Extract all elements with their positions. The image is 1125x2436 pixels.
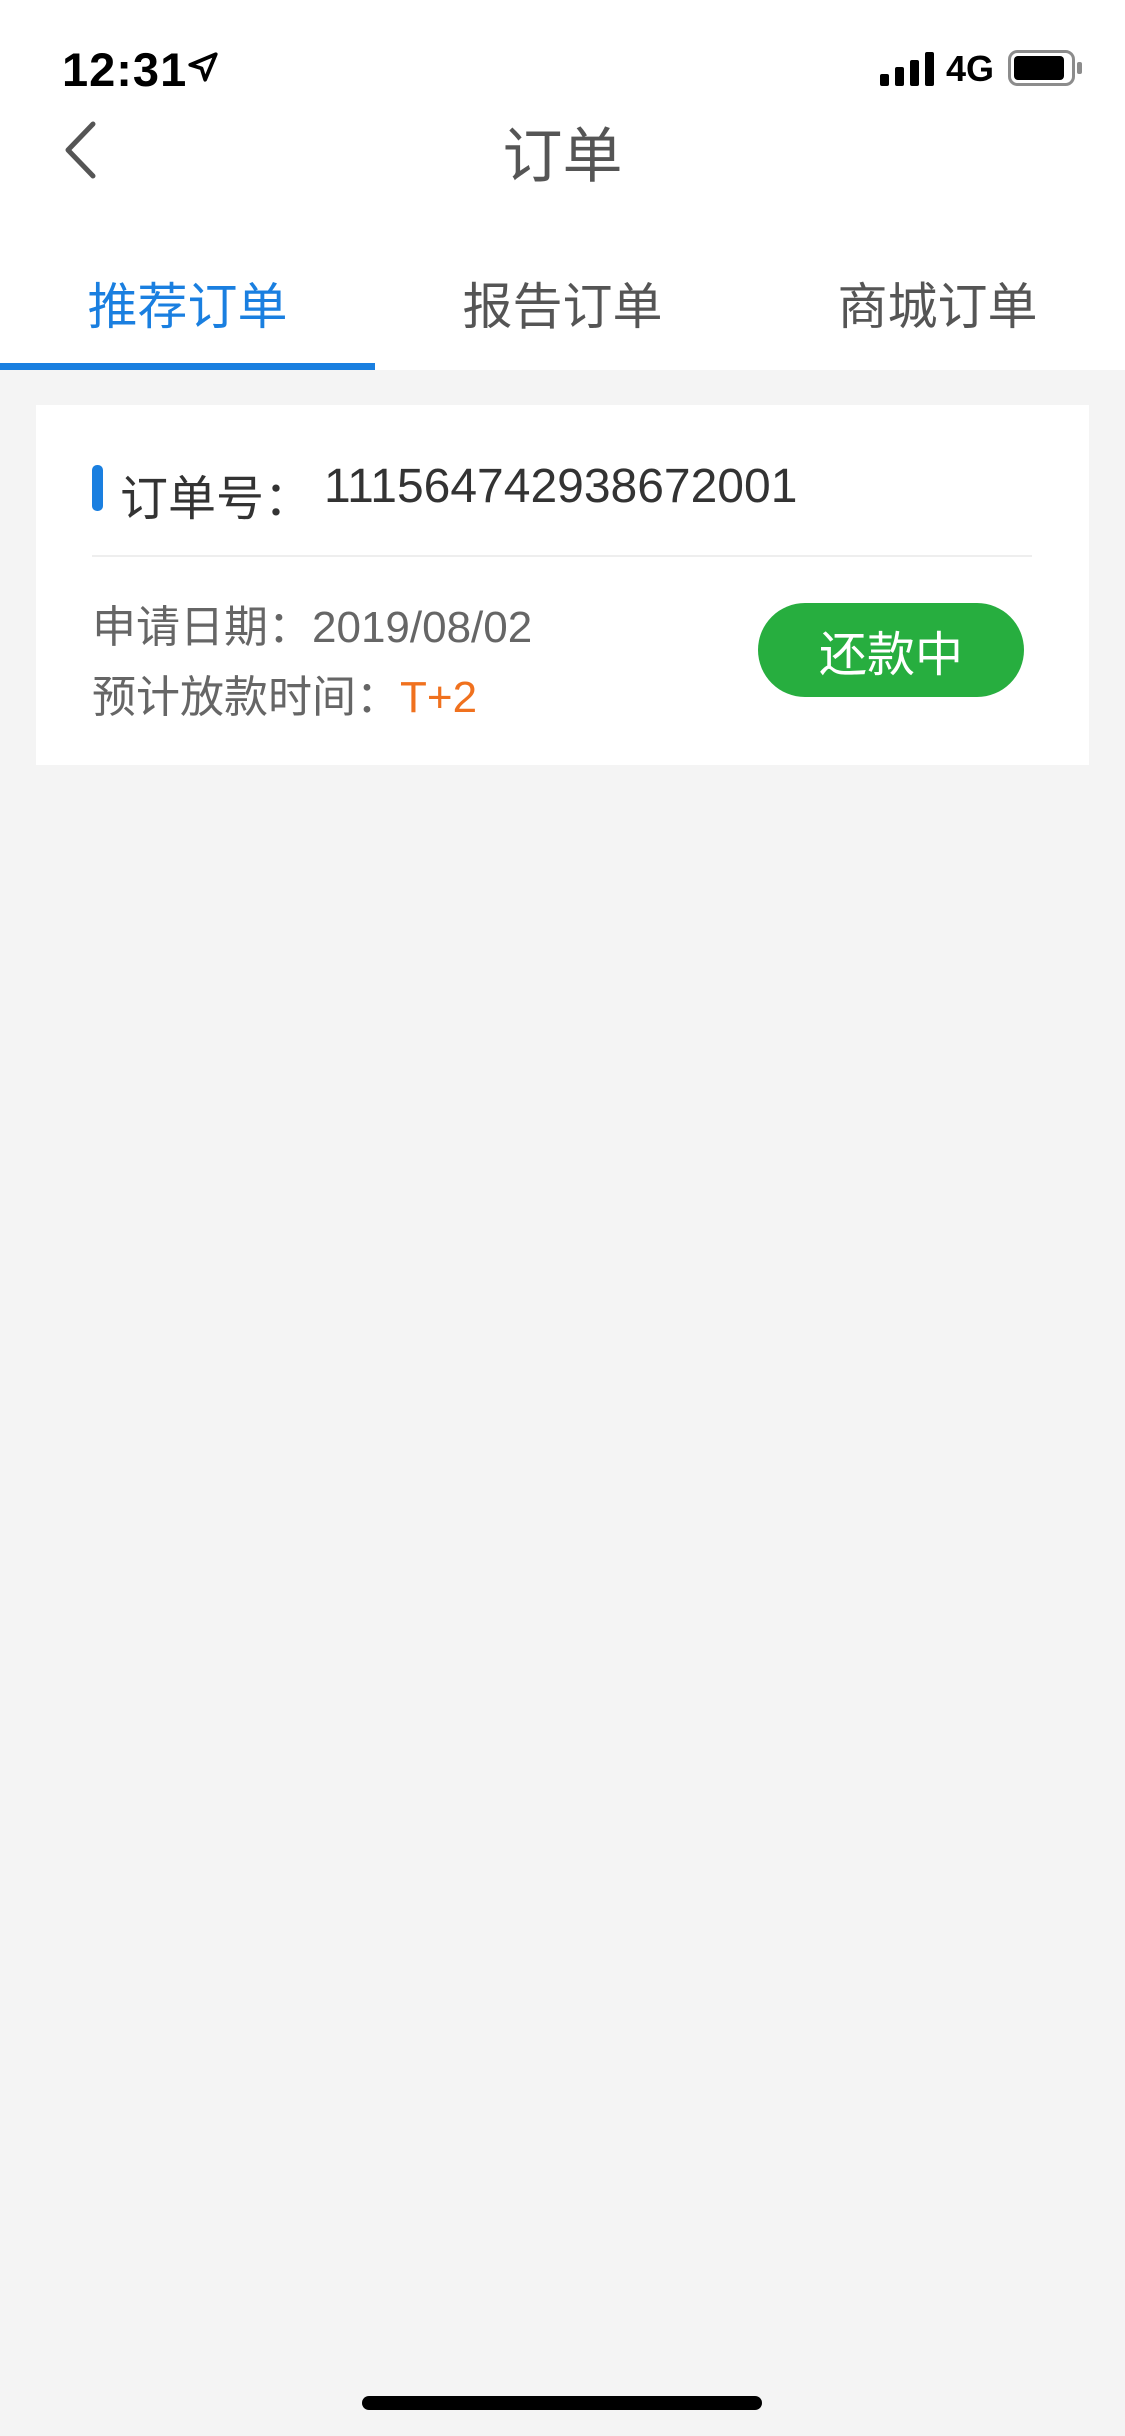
repaying-status-button[interactable]: 还款中	[758, 603, 1024, 697]
header-area: 12:31 4G 订单 推荐订单 报告订单 商城订单	[0, 0, 1125, 370]
tab-label: 报告订单	[462, 279, 663, 335]
order-tabs: 推荐订单 报告订单 商城订单	[0, 245, 1125, 370]
tab-recommended-orders[interactable]: 推荐订单	[0, 245, 375, 370]
active-tab-indicator	[0, 363, 375, 370]
tab-report-orders[interactable]: 报告订单	[375, 245, 750, 370]
order-card[interactable]: 订单号： 111564742938672001 申请日期：2019/08/02 …	[36, 405, 1089, 765]
cellular-signal-icon	[880, 52, 934, 86]
tab-label: 商城订单	[837, 279, 1038, 335]
home-indicator[interactable]	[362, 2396, 762, 2410]
expected-time-label: 预计放款时间：	[92, 673, 400, 722]
status-time: 12:31	[62, 43, 188, 96]
location-arrow-icon	[188, 52, 218, 82]
order-card-header: 订单号： 111564742938672001	[36, 405, 1089, 555]
tab-label: 推荐订单	[87, 279, 288, 335]
expected-time-row: 预计放款时间：T+2	[92, 661, 477, 725]
tab-mall-orders[interactable]: 商城订单	[750, 245, 1125, 370]
order-number-label: 订单号：	[120, 473, 313, 526]
accent-bar	[92, 465, 103, 511]
page-title: 订单	[502, 123, 623, 190]
battery-icon	[1008, 50, 1082, 86]
order-number-value: 111564742938672001	[324, 460, 798, 513]
apply-date-row: 申请日期：2019/08/02	[92, 591, 532, 655]
card-divider	[92, 555, 1032, 557]
expected-time-value: T+2	[400, 673, 478, 722]
apply-date-value: 2019/08/02	[312, 603, 533, 652]
network-type: 4G	[946, 48, 995, 89]
apply-date-label: 申请日期：	[92, 603, 312, 652]
